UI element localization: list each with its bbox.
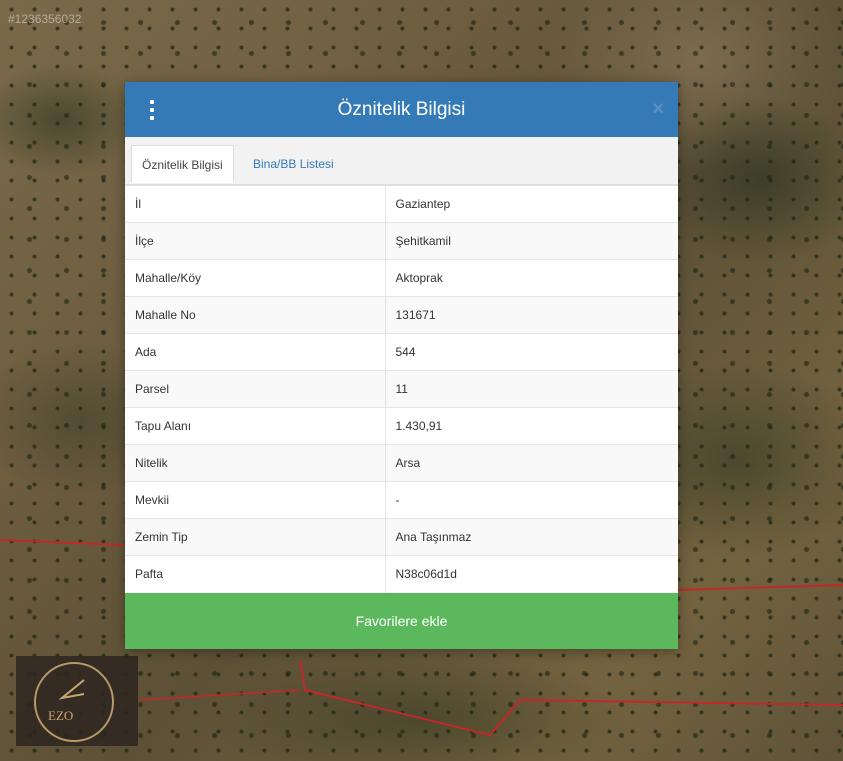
attribute-value: 544 (385, 333, 678, 371)
attribute-key: İl (125, 185, 386, 223)
attribute-value: N38c06d1d (385, 555, 678, 593)
attribute-value: 1.430,91 (385, 407, 678, 445)
table-row: İl Gaziantep (125, 185, 678, 223)
table-row: Pafta N38c06d1d (125, 555, 678, 593)
watermark-logo: EZO (16, 656, 138, 746)
tab-building-list[interactable]: Bina/BB Listesi (243, 145, 344, 183)
attribute-key: Mahalle/Köy (125, 259, 386, 297)
attribute-key: Parsel (125, 370, 386, 408)
table-row: Tapu Alanı 1.430,91 (125, 407, 678, 445)
add-favorite-button[interactable]: Favorilere ekle (125, 592, 678, 649)
attribute-key: Tapu Alanı (125, 407, 386, 445)
logo-text: EZO (48, 708, 73, 723)
attribute-key: Nitelik (125, 444, 386, 482)
table-row: Mahalle/Köy Aktoprak (125, 259, 678, 297)
table-row: Ada 544 (125, 333, 678, 371)
tab-bar: Öznitelik Bilgisi Bina/BB Listesi (125, 137, 678, 185)
attribute-value: Şehitkamil (385, 222, 678, 260)
attribute-value: Gaziantep (385, 185, 678, 223)
attribute-value: - (385, 481, 678, 519)
attribute-value: Arsa (385, 444, 678, 482)
dialog-title: Öznitelik Bilgisi (337, 98, 466, 120)
attribute-value: Ana Taşınmaz (385, 518, 678, 556)
attribute-key: Zemin Tip (125, 518, 386, 556)
table-row: İlçe Şehitkamil (125, 222, 678, 260)
attribute-key: İlçe (125, 222, 386, 260)
attribute-value: 11 (385, 370, 678, 408)
attribute-info-dialog: Öznitelik Bilgisi × Öznitelik Bilgisi Bi… (125, 82, 678, 649)
menu-icon[interactable] (147, 100, 157, 120)
table-row: Mevkii - (125, 481, 678, 519)
logo-emblem: EZO (34, 662, 114, 742)
table-row: Nitelik Arsa (125, 444, 678, 482)
attribute-value: Aktoprak (385, 259, 678, 297)
close-icon[interactable]: × (652, 98, 664, 121)
attribute-key: Ada (125, 333, 386, 371)
attribute-key: Pafta (125, 555, 386, 593)
attribute-table: İl Gaziantep İlçe Şehitkamil Mahalle/Köy Akto… (125, 185, 678, 593)
table-row: Parsel 11 (125, 370, 678, 408)
attribute-value: 131671 (385, 296, 678, 334)
attribute-key: Mevkii (125, 481, 386, 519)
table-row: Zemin Tip Ana Taşınmaz (125, 518, 678, 556)
tab-attribute-info[interactable]: Öznitelik Bilgisi (131, 145, 234, 183)
attribute-key: Mahalle No (125, 296, 386, 334)
table-row: Mahalle No 131671 (125, 296, 678, 334)
dialog-header: Öznitelik Bilgisi × (125, 82, 678, 137)
